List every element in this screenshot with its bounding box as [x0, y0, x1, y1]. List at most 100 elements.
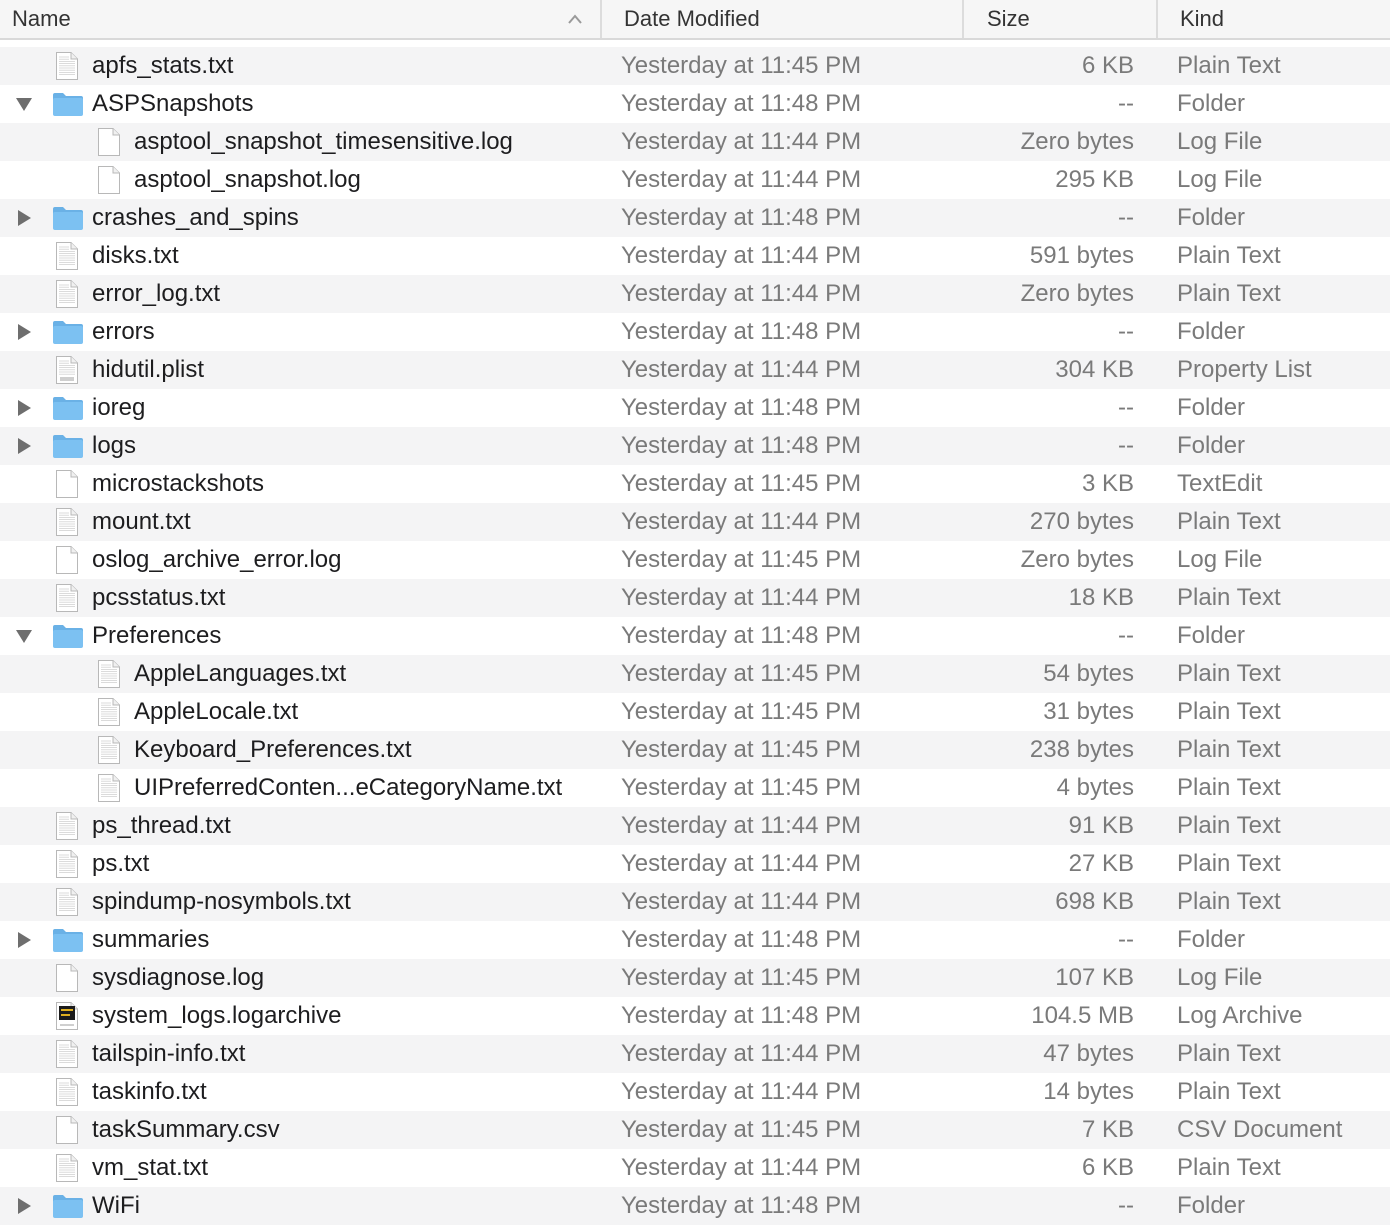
size-cell: 6 KB	[1081, 1154, 1134, 1181]
date-modified-cell: Yesterday at 11:44 PM	[621, 1078, 862, 1105]
column-header-name[interactable]: Name	[0, 0, 602, 38]
table-row[interactable]: taskSummary.csv Yesterday at 11:45 PM 7 KB…	[0, 1111, 1390, 1149]
table-row[interactable]: ASPSnapshots Yesterday at 11:48 PM -- Folde…	[0, 85, 1390, 123]
table-row[interactable]: vm_stat.txt Yesterday at 11:44 PM 6 KB Plai…	[0, 1149, 1390, 1187]
size-cell: --	[1118, 926, 1134, 953]
table-row[interactable]: mount.txt Yesterday at 11:44 PM 270 bytes P…	[0, 503, 1390, 541]
file-name[interactable]: asptool_snapshot_timesensitive.log	[134, 123, 513, 161]
column-header-size[interactable]: Size	[964, 0, 1158, 38]
table-row[interactable]: summaries Yesterday at 11:48 PM -- Folder	[0, 921, 1390, 959]
file-name[interactable]: Keyboard_Preferences.txt	[134, 731, 412, 769]
date-modified-cell: Yesterday at 11:48 PM	[621, 204, 862, 231]
table-row[interactable]: microstackshots Yesterday at 11:45 PM 3 KB…	[0, 465, 1390, 503]
table-row[interactable]: Keyboard_Preferences.txt Yesterday at 11:…	[0, 731, 1390, 769]
file-name[interactable]: tailspin-info.txt	[92, 1035, 245, 1073]
table-row[interactable]: ioreg Yesterday at 11:48 PM -- Folder	[0, 389, 1390, 427]
column-header-size-label: Size	[987, 6, 1030, 31]
disclosure-triangle-right-icon[interactable]	[16, 1198, 32, 1214]
file-name[interactable]: AppleLanguages.txt	[134, 655, 346, 693]
table-row[interactable]: crashes_and_spins Yesterday at 11:48 PM --…	[0, 199, 1390, 237]
file-name[interactable]: ioreg	[92, 389, 145, 427]
file-name[interactable]: WiFi	[92, 1187, 140, 1225]
file-name[interactable]: ps.txt	[92, 845, 149, 883]
table-row[interactable]: ps.txt Yesterday at 11:44 PM 27 KB Plain Te…	[0, 845, 1390, 883]
kind-cell: Log File	[1177, 546, 1263, 573]
table-row[interactable]: asptool_snapshot.log Yesterday at 11:44 P…	[0, 161, 1390, 199]
disclosure-triangle-down-icon[interactable]	[16, 96, 32, 112]
table-row[interactable]: spindump-nosymbols.txt Yesterday at 11:44…	[0, 883, 1390, 921]
table-row[interactable]: error_log.txt Yesterday at 11:44 PM Zero b…	[0, 275, 1390, 313]
file-name[interactable]: spindump-nosymbols.txt	[92, 883, 351, 921]
size-cell: 591 bytes	[1029, 242, 1134, 269]
name-cell: apfs_stats.txt	[0, 47, 600, 85]
disclosure-triangle-right-icon[interactable]	[16, 324, 32, 340]
file-name[interactable]: hidutil.plist	[92, 351, 204, 389]
table-row[interactable]: oslog_archive_error.log Yesterday at 11:4…	[0, 541, 1390, 579]
kind-cell: Plain Text	[1177, 888, 1281, 915]
date-modified-cell: Yesterday at 11:45 PM	[621, 964, 862, 991]
name-cell: mount.txt	[0, 503, 600, 541]
column-header-bar: Name Date Modified Size Kind	[0, 0, 1390, 40]
table-row[interactable]: UIPreferredConten...eCategoryName.txt Yes…	[0, 769, 1390, 807]
file-name[interactable]: summaries	[92, 921, 209, 959]
file-name[interactable]: pcsstatus.txt	[92, 579, 225, 617]
column-header-date[interactable]: Date Modified	[602, 0, 964, 38]
size-cell: 295 KB	[1055, 166, 1134, 193]
file-name[interactable]: errors	[92, 313, 155, 351]
text-file-icon	[98, 660, 120, 688]
file-name[interactable]: AppleLocale.txt	[134, 693, 298, 731]
file-name[interactable]: logs	[92, 427, 136, 465]
table-row[interactable]: apfs_stats.txt Yesterday at 11:45 PM 6 KB P…	[0, 47, 1390, 85]
table-row[interactable]: errors Yesterday at 11:48 PM -- Folder	[0, 313, 1390, 351]
file-name[interactable]: oslog_archive_error.log	[92, 541, 341, 579]
file-name[interactable]: taskinfo.txt	[92, 1073, 207, 1111]
table-row[interactable]: system_logs.logarchive Yesterday at 11:48…	[0, 997, 1390, 1035]
disclosure-triangle-down-icon[interactable]	[16, 628, 32, 644]
file-name[interactable]: ASPSnapshots	[92, 85, 253, 123]
file-name[interactable]: vm_stat.txt	[92, 1149, 208, 1187]
date-modified-cell: Yesterday at 11:44 PM	[621, 812, 862, 839]
file-name[interactable]: disks.txt	[92, 237, 179, 275]
finder-list-view: Name Date Modified Size Kind apfs_stats.…	[0, 0, 1390, 1230]
file-name[interactable]: system_logs.logarchive	[92, 997, 341, 1035]
file-name[interactable]: error_log.txt	[92, 275, 220, 313]
column-header-kind[interactable]: Kind	[1158, 0, 1390, 38]
table-row[interactable]: logs Yesterday at 11:48 PM -- Folder	[0, 427, 1390, 465]
name-cell: Preferences	[0, 617, 600, 655]
file-name[interactable]: apfs_stats.txt	[92, 47, 233, 85]
table-row[interactable]: ps_thread.txt Yesterday at 11:44 PM 91 KB P…	[0, 807, 1390, 845]
table-row[interactable]: WiFi Yesterday at 11:48 PM -- Folder	[0, 1187, 1390, 1225]
table-row[interactable]: Preferences Yesterday at 11:48 PM -- Folder	[0, 617, 1390, 655]
table-row[interactable]: asptool_snapshot_timesensitive.log Yester…	[0, 123, 1390, 161]
file-name[interactable]: Preferences	[92, 617, 221, 655]
file-name[interactable]: sysdiagnose.log	[92, 959, 264, 997]
file-name[interactable]: mount.txt	[92, 503, 191, 541]
table-row[interactable]: tailspin-info.txt Yesterday at 11:44 PM 47…	[0, 1035, 1390, 1073]
table-row[interactable]: hidutil.plist Yesterday at 11:44 PM 304 KB…	[0, 351, 1390, 389]
file-name[interactable]: crashes_and_spins	[92, 199, 299, 237]
folder-icon	[53, 1195, 83, 1218]
table-row[interactable]: taskinfo.txt Yesterday at 11:44 PM 14 byte…	[0, 1073, 1390, 1111]
name-cell: hidutil.plist	[0, 351, 600, 389]
file-name[interactable]: asptool_snapshot.log	[134, 161, 361, 199]
folder-icon	[53, 207, 83, 230]
disclosure-triangle-right-icon[interactable]	[16, 932, 32, 948]
size-cell: 270 bytes	[1029, 508, 1134, 535]
disclosure-triangle-right-icon[interactable]	[16, 210, 32, 226]
date-modified-cell: Yesterday at 11:45 PM	[621, 698, 862, 725]
disclosure-triangle-right-icon[interactable]	[16, 438, 32, 454]
table-row[interactable]: sysdiagnose.log Yesterday at 11:45 PM 107 …	[0, 959, 1390, 997]
date-modified-cell: Yesterday at 11:45 PM	[621, 660, 862, 687]
table-row[interactable]: AppleLocale.txt Yesterday at 11:45 PM 31 b…	[0, 693, 1390, 731]
file-name[interactable]: taskSummary.csv	[92, 1111, 280, 1149]
kind-cell: Folder	[1177, 432, 1246, 459]
file-name[interactable]: UIPreferredConten...eCategoryName.txt	[134, 769, 562, 807]
kind-cell: Plain Text	[1177, 698, 1281, 725]
disclosure-triangle-right-icon[interactable]	[16, 400, 32, 416]
kind-cell: Log File	[1177, 166, 1263, 193]
table-row[interactable]: AppleLanguages.txt Yesterday at 11:45 PM 5…	[0, 655, 1390, 693]
file-name[interactable]: microstackshots	[92, 465, 264, 503]
file-name[interactable]: ps_thread.txt	[92, 807, 231, 845]
table-row[interactable]: disks.txt Yesterday at 11:44 PM 591 bytes P…	[0, 237, 1390, 275]
table-row[interactable]: pcsstatus.txt Yesterday at 11:44 PM 18 KB P…	[0, 579, 1390, 617]
